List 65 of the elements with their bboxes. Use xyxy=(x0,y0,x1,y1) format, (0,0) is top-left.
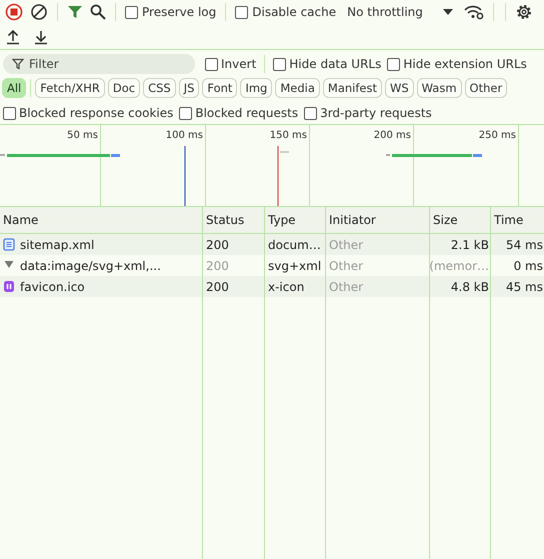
request-name[interactable]: sitemap.xml xyxy=(20,238,94,252)
tick-label: 150 ms xyxy=(270,130,307,141)
request-name[interactable]: data:image/svg+xml,... xyxy=(20,258,161,272)
wifi-gear-icon[interactable] xyxy=(464,4,484,20)
checkbox[interactable] xyxy=(125,6,138,18)
type-filter-chip[interactable]: Manifest xyxy=(322,78,382,98)
column-header[interactable]: Status xyxy=(203,207,265,233)
throttling-dropdown[interactable]: No throttling xyxy=(343,5,457,19)
checkbox[interactable] xyxy=(235,6,248,18)
checkbox[interactable] xyxy=(3,106,16,120)
checkbox-label[interactable]: Blocked response cookies xyxy=(19,106,174,120)
document-icon xyxy=(3,238,15,251)
column-header[interactable]: Type xyxy=(265,207,326,233)
type-filter-chip[interactable]: JS xyxy=(178,78,200,98)
checkbox-label[interactable]: Preserve log xyxy=(142,5,216,19)
checkbox[interactable] xyxy=(205,58,218,70)
column-header[interactable]: Initiator xyxy=(326,207,430,233)
column-header[interactable]: Time xyxy=(491,207,544,233)
table-cell: docum… xyxy=(265,234,326,255)
type-filter-chip[interactable]: CSS xyxy=(143,78,176,98)
column-header[interactable]: Size xyxy=(430,207,491,233)
table-cell: 2.1 kB xyxy=(430,234,491,255)
table-cell: 200 xyxy=(203,234,265,255)
type-filter-chip[interactable]: WS xyxy=(384,78,414,98)
download-icon[interactable] xyxy=(33,28,49,44)
checkbox-label[interactable]: Invert xyxy=(221,57,256,71)
upload-icon[interactable] xyxy=(5,28,21,44)
checkbox[interactable] xyxy=(304,106,318,120)
table-cell: 4.8 kB xyxy=(430,276,491,297)
type-filter-chip[interactable]: Wasm xyxy=(416,78,462,98)
type-filter-chip[interactable]: Font xyxy=(202,78,238,98)
type-filter-chip[interactable]: Other xyxy=(464,78,508,98)
filter-field[interactable]: Filter xyxy=(3,54,195,74)
table-cell: x-icon xyxy=(265,276,326,297)
tick-label: 200 ms xyxy=(374,130,411,141)
table-cell-text: 45 ms xyxy=(504,278,544,296)
checkbox-label[interactable]: Blocked requests xyxy=(195,106,298,120)
search-icon[interactable] xyxy=(90,4,106,20)
checkbox[interactable] xyxy=(179,106,192,120)
table-cell: Other xyxy=(326,276,430,297)
clear-icon[interactable] xyxy=(30,3,48,21)
type-filter-chip[interactable]: Fetch/XHR xyxy=(35,78,105,98)
column-header[interactable]: Name xyxy=(0,207,203,233)
checkbox[interactable] xyxy=(387,58,400,70)
checkbox-label[interactable]: 3rd-party requests xyxy=(320,106,432,120)
tick-label: 100 ms xyxy=(166,130,203,141)
filter-icon[interactable] xyxy=(67,4,83,20)
stop-recording-icon[interactable] xyxy=(5,3,23,21)
table-cell: Other xyxy=(326,234,430,255)
type-filter-chip[interactable]: Doc xyxy=(108,78,140,98)
table-cell-text: 0 ms xyxy=(512,258,544,274)
request-name[interactable]: favicon.ico xyxy=(20,280,85,294)
checkbox-label[interactable]: Hide data URLs xyxy=(289,57,382,71)
tick-label: 250 ms xyxy=(478,130,516,141)
type-filter-chip[interactable]: Img xyxy=(240,78,272,98)
tick-label: 50 ms xyxy=(67,130,98,141)
table-cell-text: 54 ms xyxy=(504,236,544,254)
checkbox-label[interactable]: Hide extension URLs xyxy=(403,57,527,71)
table-cell: 200 xyxy=(203,276,265,297)
type-filter-chip[interactable]: Media xyxy=(275,78,320,98)
type-filter-chip[interactable]: All xyxy=(2,78,26,98)
caret-icon xyxy=(442,9,453,15)
checkbox-label[interactable]: Disable cache xyxy=(252,5,336,19)
checkbox[interactable] xyxy=(273,58,286,70)
settings-icon[interactable] xyxy=(514,3,533,21)
